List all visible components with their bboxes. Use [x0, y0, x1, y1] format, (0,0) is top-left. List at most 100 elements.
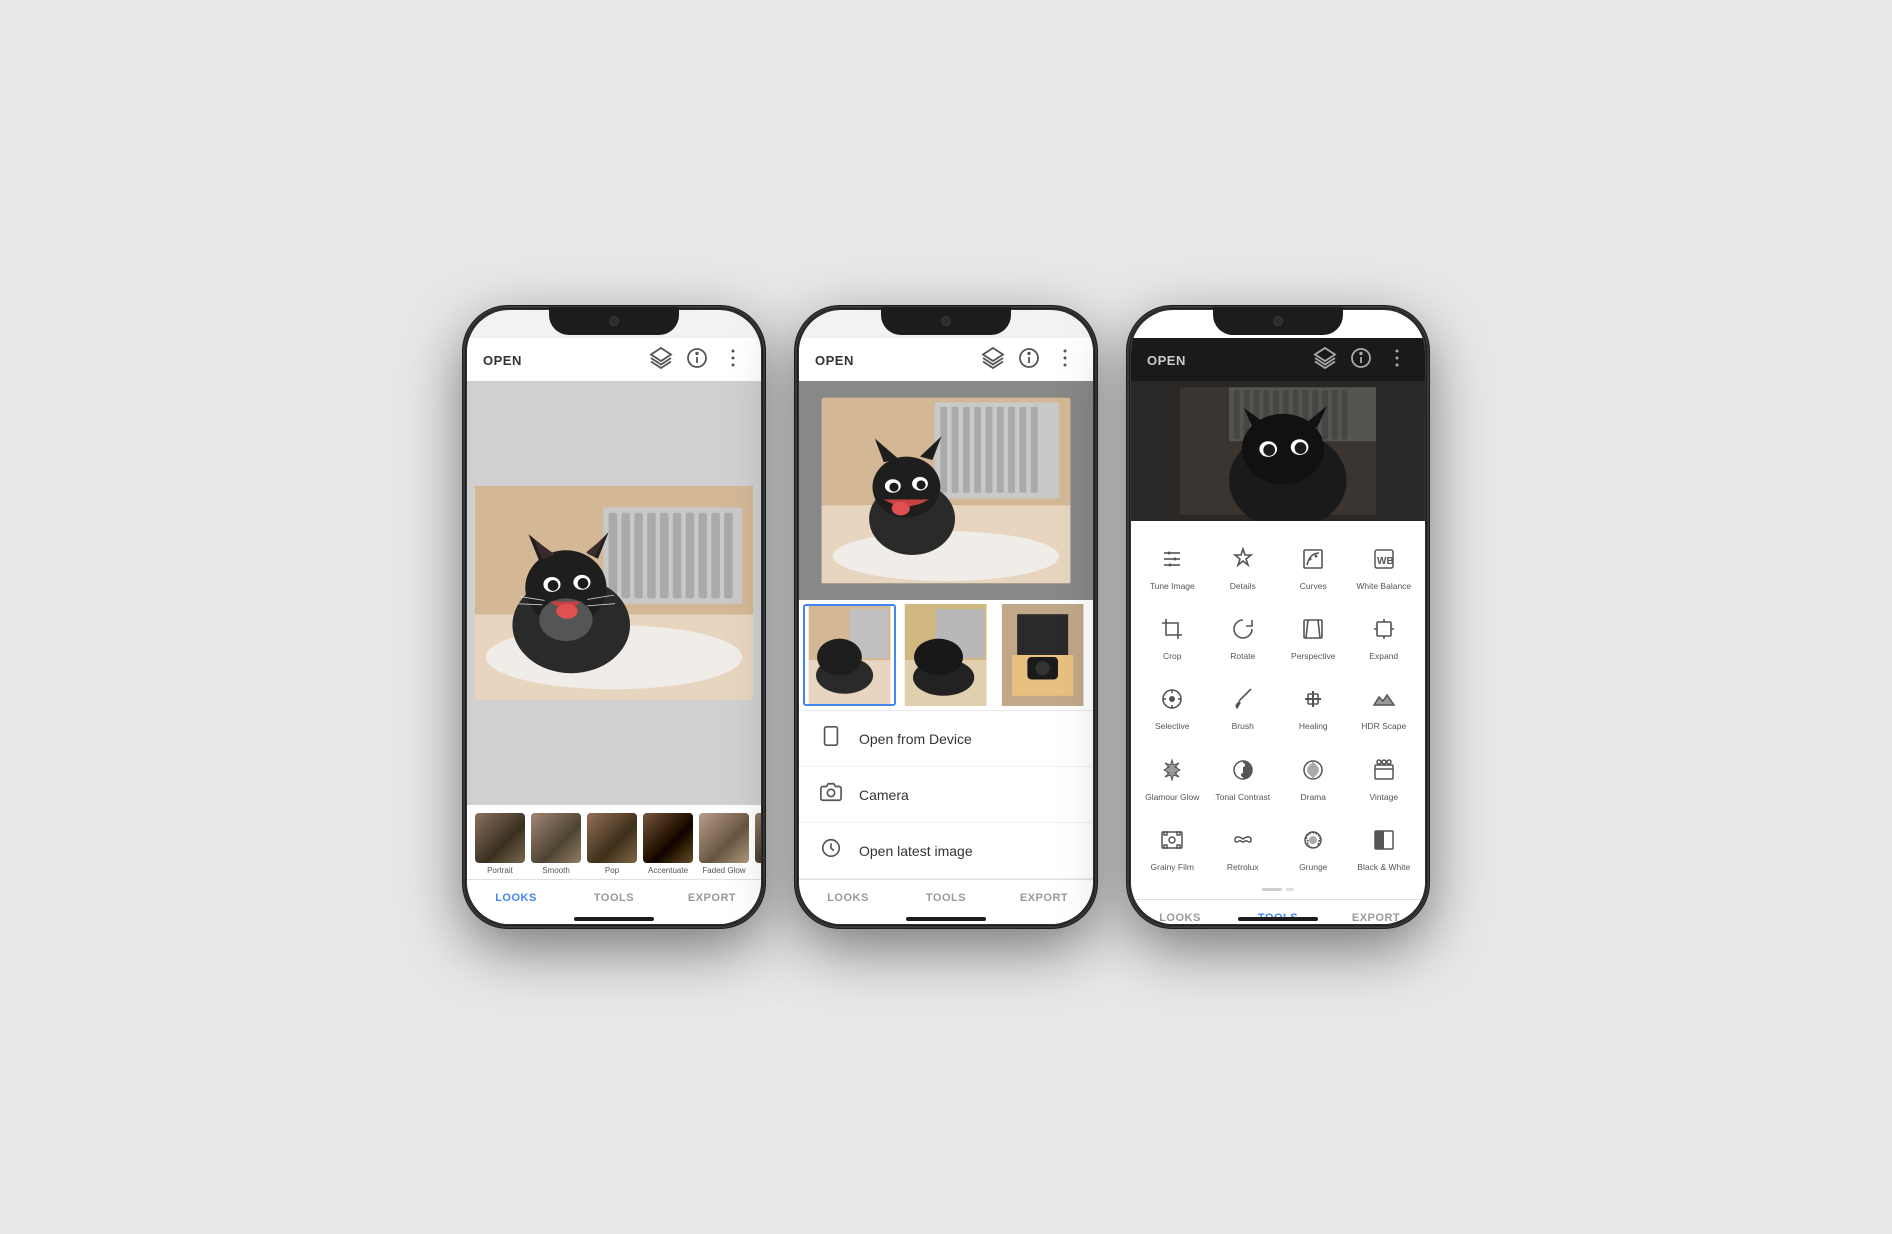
cat-photo — [475, 389, 753, 797]
scroll-dots — [1139, 880, 1417, 899]
clock-icon — [819, 837, 843, 864]
gallery-thumb-1[interactable] — [803, 604, 896, 706]
tool-tune-image[interactable]: Tune Image — [1139, 533, 1206, 599]
nav-tools-3[interactable]: TOOLS — [1229, 908, 1327, 924]
info-icon-2[interactable] — [1017, 346, 1041, 375]
drama-icon — [1297, 754, 1329, 786]
top-bar-icons — [649, 346, 745, 375]
tool-grainy-film[interactable]: Grainy Film — [1139, 814, 1206, 880]
home-indicator-3 — [1238, 917, 1318, 921]
vintage-icon — [1368, 754, 1400, 786]
tool-selective[interactable]: Selective — [1139, 673, 1206, 739]
hdrscape-label: HDR Scape — [1361, 721, 1406, 731]
notch-2 — [881, 307, 1011, 335]
look-m[interactable]: M — [755, 813, 761, 875]
hdrscape-icon — [1368, 683, 1400, 715]
more-icon-3[interactable] — [1385, 346, 1409, 375]
tool-glamour-glow[interactable]: Glamour Glow — [1139, 744, 1206, 810]
wb-icon: WB — [1368, 543, 1400, 575]
gallery-thumb-3[interactable] — [996, 604, 1089, 706]
home-indicator-1 — [574, 917, 654, 921]
menu-latest-image[interactable]: Open latest image — [799, 823, 1093, 879]
tool-drama[interactable]: Drama — [1280, 744, 1347, 810]
layers-icon-2[interactable] — [981, 346, 1005, 375]
more-icon-2[interactable] — [1053, 346, 1077, 375]
selective-icon — [1156, 683, 1188, 715]
look-label-accentuate: Accentuate — [648, 866, 688, 875]
tune-label: Tune Image — [1150, 581, 1195, 591]
tool-grunge[interactable]: Grunge — [1280, 814, 1347, 880]
open-button-2[interactable]: OPEN — [815, 353, 854, 368]
tool-retrolux[interactable]: Retrolux — [1210, 814, 1277, 880]
tool-hdr-scape[interactable]: HDR Scape — [1351, 673, 1418, 739]
tool-vintage[interactable]: Vintage — [1351, 744, 1418, 810]
menu-camera[interactable]: Camera — [799, 767, 1093, 823]
top-bar-icons-3 — [1313, 346, 1409, 375]
nav-tools-2[interactable]: TOOLS — [897, 888, 995, 908]
tonal-icon — [1227, 754, 1259, 786]
photo-gallery: Open from Device Camera — [799, 381, 1093, 879]
gallery-thumb-2[interactable] — [899, 604, 992, 706]
look-faded-glow[interactable]: Faded Glow — [699, 813, 749, 875]
front-camera — [609, 316, 619, 326]
tool-perspective[interactable]: Perspective — [1280, 603, 1347, 669]
nav-looks-1[interactable]: LOOKS — [467, 888, 565, 908]
drama-label: Drama — [1300, 792, 1326, 802]
more-icon[interactable] — [721, 346, 745, 375]
notch-3 — [1213, 307, 1343, 335]
open-menu: Open from Device Camera — [799, 710, 1093, 879]
retrolux-icon — [1227, 824, 1259, 856]
open-button[interactable]: OPEN — [483, 353, 522, 368]
phone1-content: Portrait Smooth Pop — [467, 381, 761, 924]
tool-crop[interactable]: Crop — [1139, 603, 1206, 669]
tool-details[interactable]: Details — [1210, 533, 1277, 599]
nav-looks-2[interactable]: LOOKS — [799, 888, 897, 908]
details-label: Details — [1230, 581, 1256, 591]
layers-icon[interactable] — [649, 346, 673, 375]
grainy-label: Grainy Film — [1151, 862, 1194, 872]
top-bar-2: OPEN — [799, 338, 1093, 381]
looks-strip: Portrait Smooth Pop — [467, 805, 761, 879]
selective-label: Selective — [1155, 721, 1190, 731]
menu-open-device[interactable]: Open from Device — [799, 711, 1093, 767]
perspective-label: Perspective — [1291, 651, 1335, 661]
look-portrait[interactable]: Portrait — [475, 813, 525, 875]
tune-icon — [1156, 543, 1188, 575]
tool-tonal-contrast[interactable]: Tonal Contrast — [1210, 744, 1277, 810]
open-button-3[interactable]: OPEN — [1147, 353, 1186, 368]
grunge-label: Grunge — [1299, 862, 1327, 872]
tool-white-balance[interactable]: WB White Balance — [1351, 533, 1418, 599]
tool-curves[interactable]: Curves — [1280, 533, 1347, 599]
nav-export-1[interactable]: EXPORT — [663, 888, 761, 908]
nav-looks-3[interactable]: LOOKS — [1131, 908, 1229, 924]
info-icon-3[interactable] — [1349, 346, 1373, 375]
photo-area-3 — [1131, 381, 1425, 521]
nav-tools-1[interactable]: TOOLS — [565, 888, 663, 908]
tool-healing[interactable]: Healing — [1280, 673, 1347, 739]
tool-rotate[interactable]: Rotate — [1210, 603, 1277, 669]
nav-export-2[interactable]: EXPORT — [995, 888, 1093, 908]
home-indicator-2 — [906, 917, 986, 921]
front-camera-2 — [941, 316, 951, 326]
look-accentuate[interactable]: Accentuate — [643, 813, 693, 875]
crop-label: Crop — [1163, 651, 1181, 661]
phone2-content: Open from Device Camera — [799, 381, 1093, 924]
tool-bw[interactable]: Black & White — [1351, 814, 1418, 880]
notch — [549, 307, 679, 335]
layers-icon-3[interactable] — [1313, 346, 1337, 375]
menu-camera-label: Camera — [859, 787, 909, 803]
glamour-icon — [1156, 754, 1188, 786]
look-pop[interactable]: Pop — [587, 813, 637, 875]
tool-expand[interactable]: Expand — [1351, 603, 1418, 669]
grunge-icon — [1297, 824, 1329, 856]
nav-export-3[interactable]: EXPORT — [1327, 908, 1425, 924]
info-icon[interactable] — [685, 346, 709, 375]
top-bar: OPEN — [467, 338, 761, 381]
looks-thumbnails: Portrait Smooth Pop — [467, 813, 761, 875]
look-smooth[interactable]: Smooth — [531, 813, 581, 875]
expand-icon — [1368, 613, 1400, 645]
tools-grid: Tune Image Details — [1139, 533, 1417, 880]
tools-panel: Tune Image Details — [1131, 521, 1425, 899]
phone-icon — [819, 725, 843, 752]
tool-brush[interactable]: Brush — [1210, 673, 1277, 739]
